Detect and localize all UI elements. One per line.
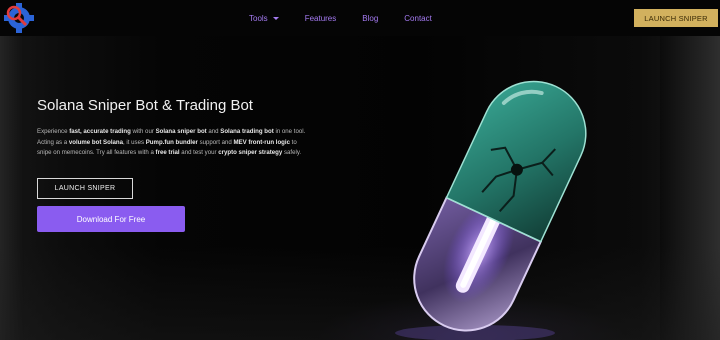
nav-item-label: Features [304, 13, 337, 23]
nav-item-label: Tools [249, 13, 268, 23]
nav-item-features[interactable]: Features [305, 14, 337, 23]
nav-item-label: Blog [362, 13, 379, 23]
nav-item-blog[interactable]: Blog [362, 14, 378, 23]
nav-item-label: Contact [404, 13, 432, 23]
nav-item-tools[interactable]: Tools [249, 14, 279, 23]
chevron-down-icon [272, 16, 279, 20]
hero-section: Solana Sniper Bot & Trading Bot Experien… [0, 36, 720, 340]
download-for-free-button[interactable]: Download For Free [37, 206, 185, 232]
nav-menu: Tools Features Blog Contact [249, 0, 458, 36]
cracked-capsule-pill-icon [395, 80, 587, 340]
launch-sniper-nav-button[interactable]: LAUNCH SNIPER [634, 9, 718, 27]
launch-sniper-button[interactable]: LAUNCH SNIPER [37, 178, 133, 199]
hero-title: Solana Sniper Bot & Trading Bot [37, 97, 253, 114]
hero-description: Experience fast, accurate trading with o… [37, 128, 306, 157]
nav-item-contact[interactable]: Contact [404, 14, 432, 23]
top-navbar: Tools Features Blog Contact LAUNCH SNIPE… [0, 0, 720, 36]
bot-gear-logo-icon[interactable] [2, 2, 36, 34]
